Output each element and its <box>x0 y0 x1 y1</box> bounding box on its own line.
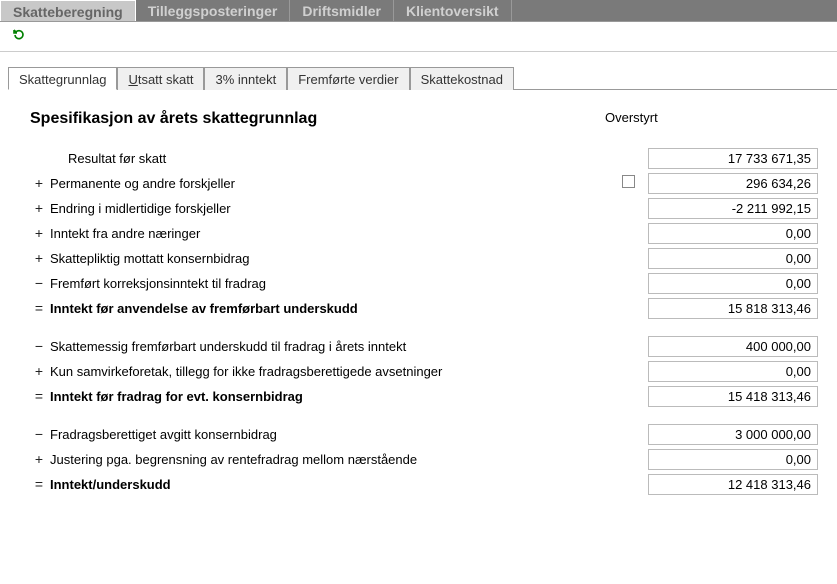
label: Inntekt/underskudd <box>48 477 608 492</box>
label: Permanente og andre forskjeller <box>48 176 608 191</box>
label: Skattemessig fremførbart underskudd til … <box>48 339 608 354</box>
tab-driftsmidler[interactable]: Driftsmidler <box>290 0 394 21</box>
label: Inntekt før fradrag for evt. konsernbidr… <box>48 389 608 404</box>
value-field[interactable]: 3 000 000,00 <box>648 424 818 445</box>
value-field[interactable]: 0,00 <box>648 223 818 244</box>
subtab-3-inntekt[interactable]: 3% inntekt <box>204 67 287 90</box>
label: Endring i midlertidige forskjeller <box>48 201 608 216</box>
value-field[interactable]: 0,00 <box>648 248 818 269</box>
op: − <box>30 338 48 354</box>
row-inntekt-for-fradrag-konsernbidrag: = Inntekt før fradrag for evt. konsernbi… <box>30 384 827 408</box>
toolbar <box>0 22 837 52</box>
subtab-skattegrunnlag[interactable]: Skattegrunnlag <box>8 67 117 90</box>
tab-tilleggsposteringer[interactable]: Tilleggsposteringer <box>136 0 291 21</box>
row-resultat-for-skatt: Resultat før skatt 17 733 671,35 <box>30 146 827 170</box>
op: − <box>30 275 48 291</box>
value-field[interactable]: 12 418 313,46 <box>648 474 818 495</box>
row-justering-rentefradrag: + Justering pga. begrensning av rentefra… <box>30 447 827 471</box>
subtab-fremforte-verdier[interactable]: Fremførte verdier <box>287 67 409 90</box>
row-fremforbart-underskudd: − Skattemessig fremførbart underskudd ti… <box>30 334 827 358</box>
section-title: Spesifikasjon av årets skattegrunnlag <box>30 110 827 128</box>
row-permanente-forskjeller: + Permanente og andre forskjeller 296 63… <box>30 171 827 195</box>
subtab-utsatt-skatt-rest: tsatt skatt <box>138 72 194 87</box>
value-field[interactable]: 15 418 313,46 <box>648 386 818 407</box>
value-field[interactable]: 400 000,00 <box>648 336 818 357</box>
op: + <box>30 175 48 191</box>
label: Inntekt fra andre næringer <box>48 226 608 241</box>
op: = <box>30 476 48 492</box>
row-endring-midlertidige: + Endring i midlertidige forskjeller -2 … <box>30 196 827 220</box>
overstyrt-header: Overstyrt <box>605 110 658 125</box>
sub-tabs: Skattegrunnlag Utsatt skatt 3% inntekt F… <box>8 66 837 90</box>
op: = <box>30 388 48 404</box>
value-field[interactable]: 0,00 <box>648 361 818 382</box>
refresh-icon[interactable] <box>12 28 26 45</box>
op: + <box>30 225 48 241</box>
label: Fradragsberettiget avgitt konsernbidrag <box>48 427 608 442</box>
label: Kun samvirkeforetak, tillegg for ikke fr… <box>48 364 608 379</box>
underline-u: U <box>128 72 137 87</box>
tab-klientoversikt[interactable]: Klientoversikt <box>394 0 512 21</box>
subtab-utsatt-skatt[interactable]: Utsatt skatt <box>117 67 204 90</box>
label: Resultat før skatt <box>48 151 608 166</box>
value-field[interactable]: 296 634,26 <box>648 173 818 194</box>
op: = <box>30 300 48 316</box>
value-field[interactable]: 17 733 671,35 <box>648 148 818 169</box>
op: + <box>30 200 48 216</box>
label: Justering pga. begrensning av rentefradr… <box>48 452 608 467</box>
content-area: Spesifikasjon av årets skattegrunnlag Ov… <box>0 90 837 507</box>
top-tabs: Skatteberegning Tilleggsposteringer Drif… <box>0 0 837 22</box>
subtab-skattekostnad[interactable]: Skattekostnad <box>410 67 514 90</box>
row-samvirkeforetak: + Kun samvirkeforetak, tillegg for ikke … <box>30 359 827 383</box>
row-inntekt-andre-naeringer: + Inntekt fra andre næringer 0,00 <box>30 221 827 245</box>
value-field[interactable]: 0,00 <box>648 449 818 470</box>
value-field[interactable]: 15 818 313,46 <box>648 298 818 319</box>
label: Fremført korreksjonsinntekt til fradrag <box>48 276 608 291</box>
op: + <box>30 250 48 266</box>
row-mottatt-konsernbidrag: + Skattepliktig mottatt konsernbidrag 0,… <box>30 246 827 270</box>
overstyrt-checkbox[interactable] <box>622 175 635 188</box>
op: + <box>30 363 48 379</box>
tab-skatteberegning[interactable]: Skatteberegning <box>0 0 136 21</box>
label: Skattepliktig mottatt konsernbidrag <box>48 251 608 266</box>
op: + <box>30 451 48 467</box>
row-avgitt-konsernbidrag: − Fradragsberettiget avgitt konsernbidra… <box>30 422 827 446</box>
chk-col <box>608 175 648 191</box>
label: Inntekt før anvendelse av fremførbart un… <box>48 301 608 316</box>
calculation-rows: Resultat før skatt 17 733 671,35 + Perma… <box>30 146 827 496</box>
value-field[interactable]: -2 211 992,15 <box>648 198 818 219</box>
row-fremfort-korreksjonsinntekt: − Fremført korreksjonsinntekt til fradra… <box>30 271 827 295</box>
op: − <box>30 426 48 442</box>
row-inntekt-underskudd: = Inntekt/underskudd 12 418 313,46 <box>30 472 827 496</box>
value-field[interactable]: 0,00 <box>648 273 818 294</box>
row-inntekt-for-fremforbart: = Inntekt før anvendelse av fremførbart … <box>30 296 827 320</box>
